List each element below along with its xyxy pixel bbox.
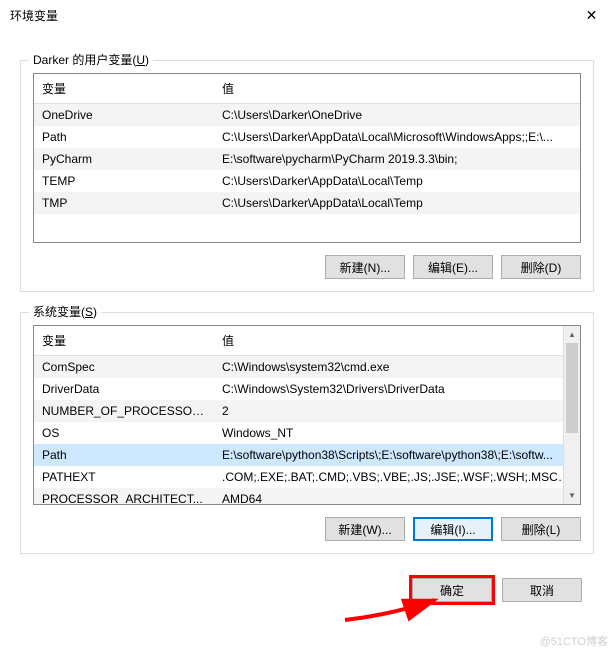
system-edit-button[interactable]: 编辑(I)... — [413, 517, 493, 541]
var-name: PATHEXT — [34, 466, 214, 488]
dialog-body: Darker 的用户变量(U) 变量 值 OneDriveC:\Users\Da… — [0, 30, 614, 622]
cancel-button[interactable]: 取消 — [502, 578, 582, 602]
titlebar: 环境变量 ✕ — [0, 0, 614, 30]
close-button[interactable]: ✕ — [569, 0, 614, 30]
var-name: TMP — [34, 192, 214, 214]
col-value[interactable]: 值 — [214, 326, 580, 356]
table-row[interactable]: PathC:\Users\Darker\AppData\Local\Micros… — [34, 126, 580, 148]
var-value: E:\software\python38\Scripts\;E:\softwar… — [214, 444, 580, 466]
scroll-down-icon[interactable]: ▼ — [564, 487, 580, 504]
var-value: 2 — [214, 400, 580, 422]
system-vars-group: 系统变量(S) 变量 值 ComSpecC:\Windows\system32\… — [20, 312, 594, 554]
var-value: Windows_NT — [214, 422, 580, 444]
var-name: Path — [34, 126, 214, 148]
var-name: OneDrive — [34, 104, 214, 127]
col-name[interactable]: 变量 — [34, 326, 214, 356]
ok-button[interactable]: 确定 — [412, 578, 492, 602]
window-title: 环境变量 — [10, 7, 58, 24]
system-buttons: 新建(W)... 编辑(I)... 删除(L) — [33, 517, 581, 541]
user-new-button[interactable]: 新建(N)... — [325, 255, 405, 279]
watermark: @51CTO博客 — [540, 633, 608, 649]
var-value: C:\Users\Darker\OneDrive — [214, 104, 580, 127]
var-value: C:\Users\Darker\AppData\Local\Temp — [214, 170, 580, 192]
var-value: C:\Windows\system32\cmd.exe — [214, 356, 580, 379]
system-vars-table[interactable]: 变量 值 ComSpecC:\Windows\system32\cmd.exeD… — [33, 325, 581, 505]
var-name: Path — [34, 444, 214, 466]
user-edit-button[interactable]: 编辑(E)... — [413, 255, 493, 279]
table-row[interactable]: ComSpecC:\Windows\system32\cmd.exe — [34, 356, 580, 379]
close-icon: ✕ — [586, 7, 598, 24]
var-name: TEMP — [34, 170, 214, 192]
var-name: ComSpec — [34, 356, 214, 379]
scroll-up-icon[interactable]: ▲ — [564, 326, 580, 343]
col-name[interactable]: 变量 — [34, 74, 214, 104]
user-vars-group: Darker 的用户变量(U) 变量 值 OneDriveC:\Users\Da… — [20, 60, 594, 292]
var-name: NUMBER_OF_PROCESSORS — [34, 400, 214, 422]
user-buttons: 新建(N)... 编辑(E)... 删除(D) — [33, 255, 581, 279]
system-delete-button[interactable]: 删除(L) — [501, 517, 581, 541]
table-row[interactable]: PATHEXT.COM;.EXE;.BAT;.CMD;.VBS;.VBE;.JS… — [34, 466, 580, 488]
var-value: C:\Users\Darker\AppData\Local\Microsoft\… — [214, 126, 580, 148]
user-delete-button[interactable]: 删除(D) — [501, 255, 581, 279]
var-name: PROCESSOR_ARCHITECT... — [34, 488, 214, 505]
var-value: C:\Users\Darker\AppData\Local\Temp — [214, 192, 580, 214]
user-vars-label: Darker 的用户变量(U) — [29, 51, 153, 68]
dialog-buttons: 确定 取消 — [20, 578, 594, 602]
system-vars-label: 系统变量(S) — [29, 303, 101, 320]
table-row[interactable]: TEMPC:\Users\Darker\AppData\Local\Temp — [34, 170, 580, 192]
system-new-button[interactable]: 新建(W)... — [325, 517, 405, 541]
table-row[interactable]: OneDriveC:\Users\Darker\OneDrive — [34, 104, 580, 127]
scroll-thumb[interactable] — [566, 343, 578, 433]
scrollbar[interactable]: ▲ ▼ — [563, 326, 580, 504]
user-vars-table[interactable]: 变量 值 OneDriveC:\Users\Darker\OneDrivePat… — [33, 73, 581, 243]
var-name: OS — [34, 422, 214, 444]
table-row[interactable]: OSWindows_NT — [34, 422, 580, 444]
table-row[interactable]: PathE:\software\python38\Scripts\;E:\sof… — [34, 444, 580, 466]
table-row[interactable]: NUMBER_OF_PROCESSORS2 — [34, 400, 580, 422]
var-value: AMD64 — [214, 488, 580, 505]
table-row[interactable]: DriverDataC:\Windows\System32\Drivers\Dr… — [34, 378, 580, 400]
table-row[interactable]: PROCESSOR_ARCHITECT...AMD64 — [34, 488, 580, 505]
table-row[interactable]: PyCharmE:\software\pycharm\PyCharm 2019.… — [34, 148, 580, 170]
var-name: PyCharm — [34, 148, 214, 170]
table-row[interactable]: TMPC:\Users\Darker\AppData\Local\Temp — [34, 192, 580, 214]
col-value[interactable]: 值 — [214, 74, 580, 104]
var-value: .COM;.EXE;.BAT;.CMD;.VBS;.VBE;.JS;.JSE;.… — [214, 466, 580, 488]
var-name: DriverData — [34, 378, 214, 400]
var-value: E:\software\pycharm\PyCharm 2019.3.3\bin… — [214, 148, 580, 170]
var-value: C:\Windows\System32\Drivers\DriverData — [214, 378, 580, 400]
